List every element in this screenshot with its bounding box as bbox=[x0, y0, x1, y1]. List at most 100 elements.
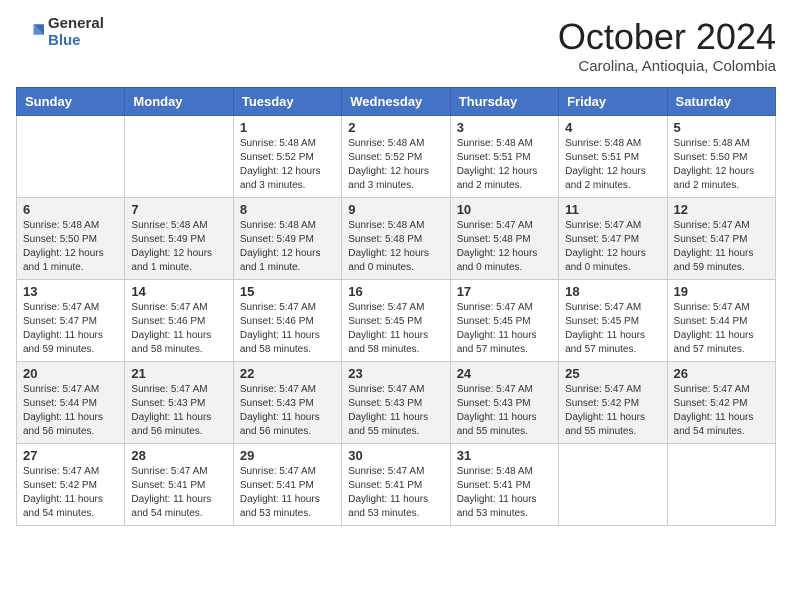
day-info: Sunrise: 5:47 AMSunset: 5:47 PMDaylight:… bbox=[565, 219, 660, 275]
day-of-week-header: Saturday bbox=[667, 88, 775, 116]
day-number: 15 bbox=[240, 284, 335, 299]
day-number: 29 bbox=[240, 448, 335, 463]
calendar-cell: 29 Sunrise: 5:47 AMSunset: 5:41 PMDayligh… bbox=[233, 444, 341, 526]
calendar-cell: 21 Sunrise: 5:47 AMSunset: 5:43 PMDayligh… bbox=[125, 362, 233, 444]
day-info: Sunrise: 5:47 AMSunset: 5:41 PMDaylight:… bbox=[240, 465, 335, 521]
day-number: 19 bbox=[674, 284, 769, 299]
day-number: 30 bbox=[348, 448, 443, 463]
day-info: Sunrise: 5:48 AMSunset: 5:50 PMDaylight:… bbox=[674, 137, 769, 193]
day-info: Sunrise: 5:47 AMSunset: 5:48 PMDaylight:… bbox=[457, 219, 552, 275]
day-number: 5 bbox=[674, 120, 769, 135]
day-of-week-header: Monday bbox=[125, 88, 233, 116]
calendar-cell: 10 Sunrise: 5:47 AMSunset: 5:48 PMDayligh… bbox=[450, 198, 558, 280]
day-number: 12 bbox=[674, 202, 769, 217]
calendar-cell: 13 Sunrise: 5:47 AMSunset: 5:47 PMDayligh… bbox=[17, 280, 125, 362]
day-info: Sunrise: 5:47 AMSunset: 5:41 PMDaylight:… bbox=[348, 465, 443, 521]
day-number: 8 bbox=[240, 202, 335, 217]
day-number: 24 bbox=[457, 366, 552, 381]
calendar-cell: 24 Sunrise: 5:47 AMSunset: 5:43 PMDayligh… bbox=[450, 362, 558, 444]
day-info: Sunrise: 5:48 AMSunset: 5:48 PMDaylight:… bbox=[348, 219, 443, 275]
calendar-cell: 8 Sunrise: 5:48 AMSunset: 5:49 PMDaylight… bbox=[233, 198, 341, 280]
calendar-cell: 27 Sunrise: 5:47 AMSunset: 5:42 PMDayligh… bbox=[17, 444, 125, 526]
day-info: Sunrise: 5:47 AMSunset: 5:42 PMDaylight:… bbox=[23, 465, 118, 521]
day-number: 10 bbox=[457, 202, 552, 217]
day-number: 22 bbox=[240, 366, 335, 381]
day-info: Sunrise: 5:47 AMSunset: 5:46 PMDaylight:… bbox=[131, 301, 226, 357]
calendar-cell: 16 Sunrise: 5:47 AMSunset: 5:45 PMDayligh… bbox=[342, 280, 450, 362]
title-area: October 2024 Carolina, Antioquia, Colomb… bbox=[558, 16, 776, 75]
day-number: 11 bbox=[565, 202, 660, 217]
calendar-cell: 28 Sunrise: 5:47 AMSunset: 5:41 PMDayligh… bbox=[125, 444, 233, 526]
day-number: 27 bbox=[23, 448, 118, 463]
day-number: 3 bbox=[457, 120, 552, 135]
calendar-cell: 15 Sunrise: 5:47 AMSunset: 5:46 PMDayligh… bbox=[233, 280, 341, 362]
calendar-cell bbox=[17, 116, 125, 198]
logo-general-text: General bbox=[48, 16, 104, 33]
day-info: Sunrise: 5:48 AMSunset: 5:51 PMDaylight:… bbox=[565, 137, 660, 193]
calendar-cell: 17Sunrise: 5:47 AMSunset: 5:45 PMDayligh… bbox=[450, 280, 558, 362]
day-of-week-header: Wednesday bbox=[342, 88, 450, 116]
day-number: 31 bbox=[457, 448, 552, 463]
day-number: 26 bbox=[674, 366, 769, 381]
calendar-cell: 31 Sunrise: 5:48 AMSunset: 5:41 PMDayligh… bbox=[450, 444, 558, 526]
calendar-cell: 12Sunrise: 5:47 AMSunset: 5:47 PMDayligh… bbox=[667, 198, 775, 280]
calendar-cell: 30 Sunrise: 5:47 AMSunset: 5:41 PMDayligh… bbox=[342, 444, 450, 526]
calendar-cell: 20 Sunrise: 5:47 AMSunset: 5:44 PMDayligh… bbox=[17, 362, 125, 444]
day-info: Sunrise: 5:47 AMSunset: 5:43 PMDaylight:… bbox=[348, 383, 443, 439]
day-of-week-header: Friday bbox=[559, 88, 667, 116]
day-info: Sunrise: 5:47 AMSunset: 5:44 PMDaylight:… bbox=[23, 383, 118, 439]
header: General Blue October 2024 Carolina, Anti… bbox=[16, 16, 776, 75]
day-info: Sunrise: 5:47 AMSunset: 5:43 PMDaylight:… bbox=[457, 383, 552, 439]
day-info: Sunrise: 5:48 AMSunset: 5:49 PMDaylight:… bbox=[240, 219, 335, 275]
calendar-cell: 19 Sunrise: 5:47 AMSunset: 5:44 PMDayligh… bbox=[667, 280, 775, 362]
day-info: Sunrise: 5:48 AMSunset: 5:41 PMDaylight:… bbox=[457, 465, 552, 521]
day-number: 6 bbox=[23, 202, 118, 217]
day-of-week-header: Thursday bbox=[450, 88, 558, 116]
day-number: 28 bbox=[131, 448, 226, 463]
calendar-cell bbox=[125, 116, 233, 198]
calendar-cell: 3 Sunrise: 5:48 AMSunset: 5:51 PMDaylight… bbox=[450, 116, 558, 198]
day-number: 4 bbox=[565, 120, 660, 135]
day-number: 16 bbox=[348, 284, 443, 299]
day-info: Sunrise: 5:47 AMSunset: 5:43 PMDaylight:… bbox=[131, 383, 226, 439]
day-info: Sunrise: 5:47 AMSunset: 5:42 PMDaylight:… bbox=[674, 383, 769, 439]
day-number: 13 bbox=[23, 284, 118, 299]
day-of-week-header: Sunday bbox=[17, 88, 125, 116]
calendar-cell: 23 Sunrise: 5:47 AMSunset: 5:43 PMDayligh… bbox=[342, 362, 450, 444]
calendar-cell: 4 Sunrise: 5:48 AMSunset: 5:51 PMDaylight… bbox=[559, 116, 667, 198]
day-info: Sunrise: 5:47 AMSunset: 5:41 PMDaylight:… bbox=[131, 465, 226, 521]
day-info: Sunrise: 5:47 AMSunset: 5:45 PMDaylight:… bbox=[565, 301, 660, 357]
day-info: Sunrise: 5:47 AMSunset: 5:43 PMDaylight:… bbox=[240, 383, 335, 439]
calendar-cell: 22 Sunrise: 5:47 AMSunset: 5:43 PMDayligh… bbox=[233, 362, 341, 444]
calendar-cell: 2Sunrise: 5:48 AMSunset: 5:52 PMDaylight… bbox=[342, 116, 450, 198]
day-number: 21 bbox=[131, 366, 226, 381]
day-number: 1 bbox=[240, 120, 335, 135]
month-title: October 2024 bbox=[558, 16, 776, 58]
day-info: Sunrise: 5:48 AMSunset: 5:52 PMDaylight:… bbox=[240, 137, 335, 193]
day-number: 2 bbox=[348, 120, 443, 135]
day-number: 7 bbox=[131, 202, 226, 217]
calendar-cell: 14Sunrise: 5:47 AMSunset: 5:46 PMDayligh… bbox=[125, 280, 233, 362]
day-info: Sunrise: 5:47 AMSunset: 5:45 PMDaylight:… bbox=[348, 301, 443, 357]
day-number: 23 bbox=[348, 366, 443, 381]
calendar-cell: 25 Sunrise: 5:47 AMSunset: 5:42 PMDayligh… bbox=[559, 362, 667, 444]
day-info: Sunrise: 5:48 AMSunset: 5:50 PMDaylight:… bbox=[23, 219, 118, 275]
logo-blue-text: Blue bbox=[48, 33, 104, 50]
day-info: Sunrise: 5:47 AMSunset: 5:46 PMDaylight:… bbox=[240, 301, 335, 357]
day-number: 25 bbox=[565, 366, 660, 381]
day-info: Sunrise: 5:47 AMSunset: 5:44 PMDaylight:… bbox=[674, 301, 769, 357]
calendar-cell: 11 Sunrise: 5:47 AMSunset: 5:47 PMDayligh… bbox=[559, 198, 667, 280]
calendar-cell: 7 Sunrise: 5:48 AMSunset: 5:49 PMDaylight… bbox=[125, 198, 233, 280]
day-info: Sunrise: 5:48 AMSunset: 5:49 PMDaylight:… bbox=[131, 219, 226, 275]
day-info: Sunrise: 5:47 AMSunset: 5:42 PMDaylight:… bbox=[565, 383, 660, 439]
day-info: Sunrise: 5:48 AMSunset: 5:51 PMDaylight:… bbox=[457, 137, 552, 193]
calendar-cell bbox=[559, 444, 667, 526]
day-number: 9 bbox=[348, 202, 443, 217]
calendar-cell: 6 Sunrise: 5:48 AMSunset: 5:50 PMDaylight… bbox=[17, 198, 125, 280]
day-of-week-header: Tuesday bbox=[233, 88, 341, 116]
day-info: Sunrise: 5:47 AMSunset: 5:45 PMDaylight:… bbox=[457, 301, 552, 357]
day-info: Sunrise: 5:47 AMSunset: 5:47 PMDaylight:… bbox=[23, 301, 118, 357]
day-number: 20 bbox=[23, 366, 118, 381]
calendar-cell: 1 Sunrise: 5:48 AMSunset: 5:52 PMDaylight… bbox=[233, 116, 341, 198]
day-number: 18 bbox=[565, 284, 660, 299]
